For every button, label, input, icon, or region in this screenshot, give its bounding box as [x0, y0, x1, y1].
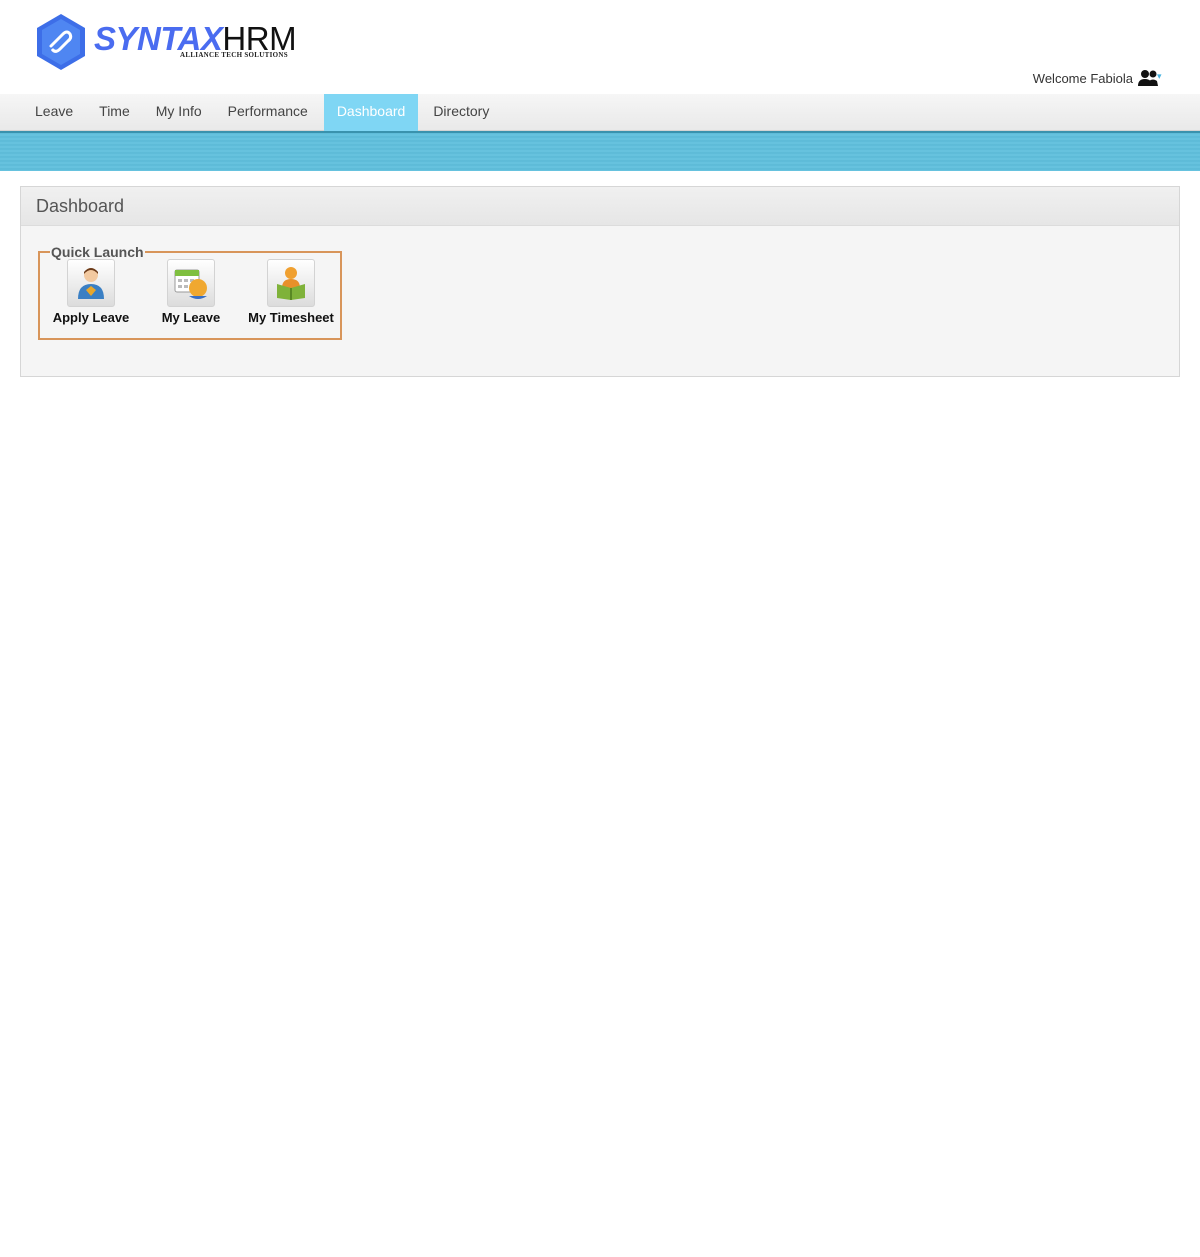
main-nav: Leave Time My Info Performance Dashboard… [0, 94, 1200, 131]
calendar-leave-icon [167, 259, 215, 307]
timesheet-icon [267, 259, 315, 307]
nav-item-directory[interactable]: Directory [420, 94, 502, 131]
quick-launch-my-leave[interactable]: My Leave [141, 259, 241, 325]
svg-text:▾: ▾ [1157, 72, 1162, 82]
apply-leave-label: Apply Leave [52, 310, 130, 325]
dashboard-panel: Dashboard Quick Launch Apply Leave My Le… [20, 186, 1180, 377]
quick-launch-my-timesheet[interactable]: My Timesheet [241, 259, 341, 325]
nav-item-leave[interactable]: Leave [22, 94, 86, 131]
header-banner [0, 131, 1200, 171]
syntaxhrm-logo[interactable]: SYNTAXHRM ALLIANCE TECH SOLUTIONS [36, 13, 297, 73]
nav-item-my-info[interactable]: My Info [143, 94, 215, 131]
nav-item-performance[interactable]: Performance [215, 94, 321, 131]
nav-item-time[interactable]: Time [86, 94, 143, 131]
my-timesheet-label: My Timesheet [248, 310, 334, 325]
nav-item-dashboard[interactable]: Dashboard [323, 94, 419, 131]
logo-tagline: ALLIANCE TECH SOLUTIONS [180, 51, 288, 59]
welcome-menu[interactable]: Welcome Fabiola ▾ [1033, 69, 1164, 87]
header: SYNTAXHRM ALLIANCE TECH SOLUTIONS Welcom… [0, 0, 1200, 94]
my-leave-label: My Leave [161, 310, 221, 325]
logo-hexagon-icon [37, 14, 85, 70]
quick-launch-box: Quick Launch Apply Leave My Leave My Tim… [38, 244, 342, 340]
panel-title: Dashboard [21, 187, 1179, 226]
apply-leave-icon [67, 259, 115, 307]
welcome-text: Welcome Fabiola [1032, 70, 1133, 86]
users-icon: ▾ [1138, 70, 1162, 86]
quick-launch-apply-leave[interactable]: Apply Leave [41, 259, 141, 325]
quick-launch-legend: Quick Launch [50, 244, 145, 260]
